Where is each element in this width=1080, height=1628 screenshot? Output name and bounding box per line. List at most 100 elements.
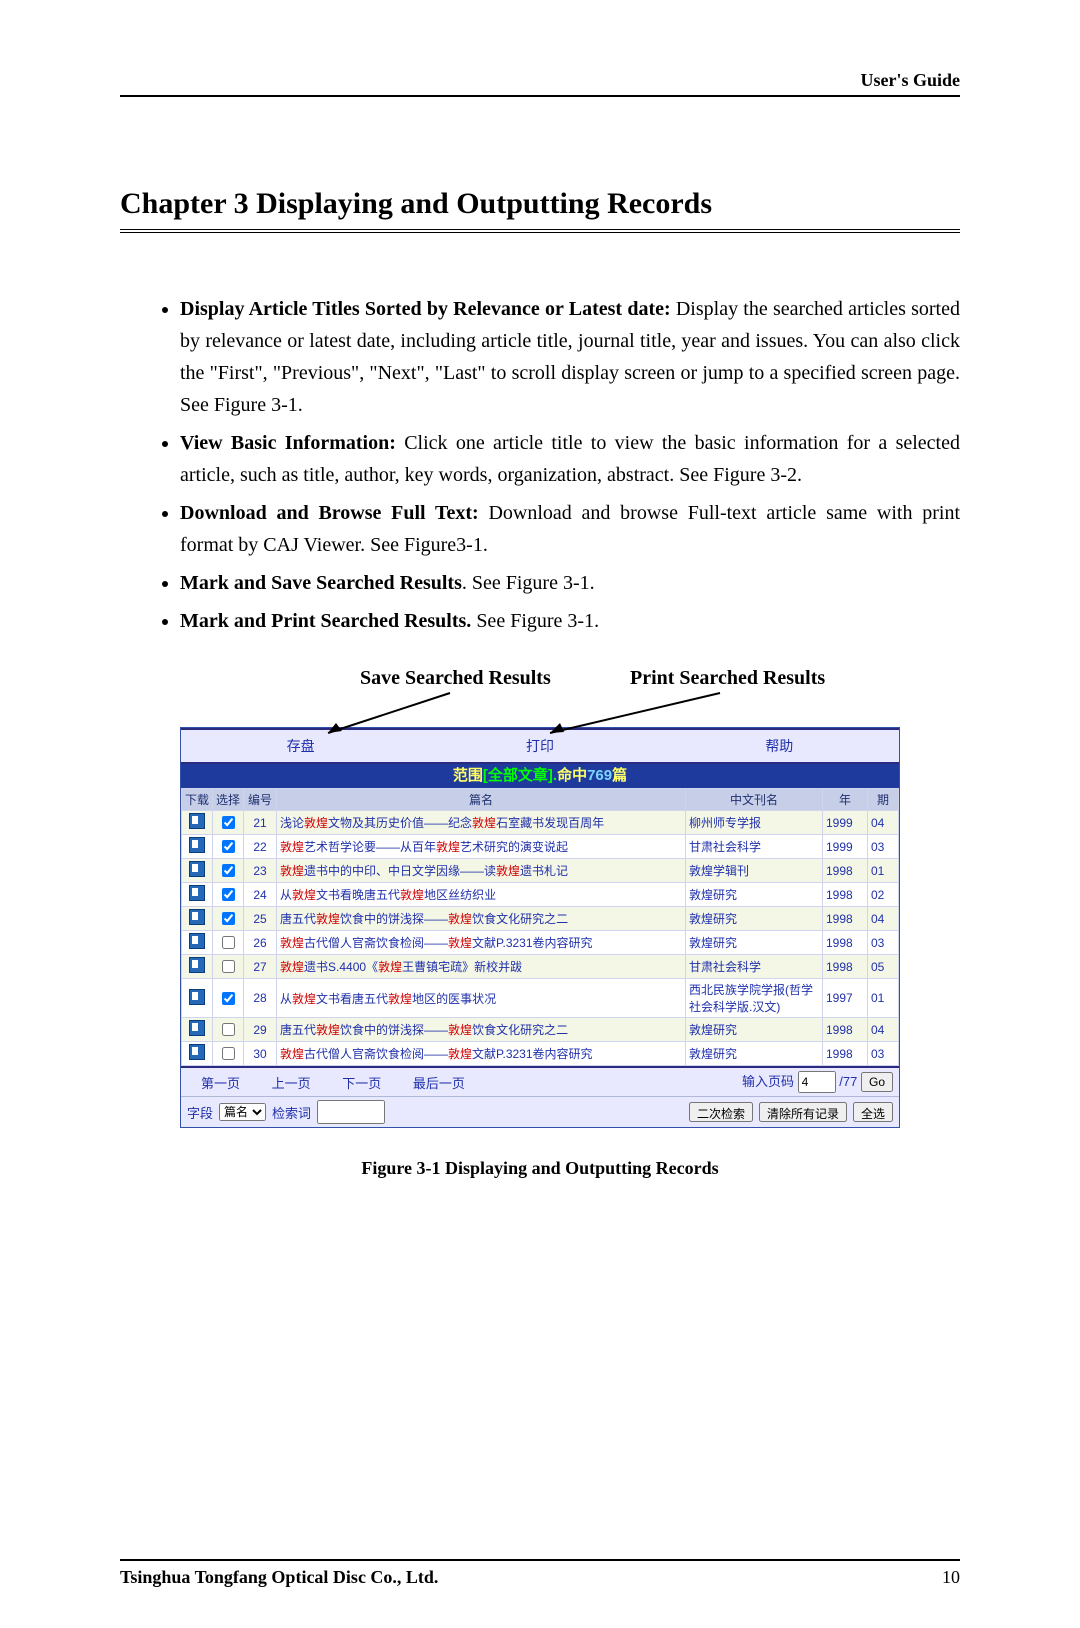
pager-total: /77 xyxy=(839,1074,857,1089)
bullet-item: Mark and Save Searched Results. See Figu… xyxy=(180,567,960,599)
download-icon[interactable] xyxy=(189,957,205,973)
field-label: 字段 xyxy=(187,1103,213,1122)
download-icon[interactable] xyxy=(189,885,205,901)
annotation-labels: Save Searched Results Print Searched Res… xyxy=(120,667,960,727)
issue: 05 xyxy=(868,955,899,979)
journal-name[interactable]: 敦煌研究 xyxy=(686,1042,823,1066)
year: 1999 xyxy=(823,811,868,835)
article-title[interactable]: 唐五代敦煌饮食中的饼浅探——敦煌饮食文化研究之二 xyxy=(277,1018,686,1042)
download-icon[interactable] xyxy=(189,989,205,1005)
select-checkbox[interactable] xyxy=(222,888,235,901)
download-icon[interactable] xyxy=(189,861,205,877)
journal-name[interactable]: 甘肃社会科学 xyxy=(686,835,823,859)
table-row: 24从敦煌文书看晚唐五代敦煌地区丝纺织业敦煌研究199802 xyxy=(182,883,899,907)
select-checkbox[interactable] xyxy=(222,816,235,829)
article-title[interactable]: 敦煌遗书中的中印、中日文学因缘——读敦煌遗书札记 xyxy=(277,859,686,883)
journal-name[interactable]: 柳州师专学报 xyxy=(686,811,823,835)
pager: 第一页 上一页 下一页 最后一页 输入页码 /77 Go xyxy=(181,1066,899,1096)
table-row: 25唐五代敦煌饮食中的饼浅探——敦煌饮食文化研究之二敦煌研究199804 xyxy=(182,907,899,931)
select-checkbox[interactable] xyxy=(222,936,235,949)
issue: 03 xyxy=(868,835,899,859)
year: 1998 xyxy=(823,1018,868,1042)
row-number: 25 xyxy=(244,907,277,931)
table-row: 29唐五代敦煌饮食中的饼浅探——敦煌饮食文化研究之二敦煌研究199804 xyxy=(182,1018,899,1042)
download-icon[interactable] xyxy=(189,1044,205,1060)
download-icon[interactable] xyxy=(189,1020,205,1036)
pager-input-label: 输入页码 xyxy=(742,1074,794,1089)
annot-arrows xyxy=(180,685,900,740)
issue: 01 xyxy=(868,859,899,883)
table-row: 23敦煌遗书中的中印、中日文学因缘——读敦煌遗书札记敦煌学辑刊199801 xyxy=(182,859,899,883)
col-select: 选择 xyxy=(213,789,244,811)
journal-name[interactable]: 敦煌学辑刊 xyxy=(686,859,823,883)
article-title[interactable]: 敦煌艺术哲学论要——从百年敦煌艺术研究的演变说起 xyxy=(277,835,686,859)
select-checkbox[interactable] xyxy=(222,912,235,925)
year: 1998 xyxy=(823,859,868,883)
col-download: 下载 xyxy=(182,789,213,811)
article-title[interactable]: 敦煌古代僧人官斋饮食检阅——敦煌文献P.3231卷内容研究 xyxy=(277,931,686,955)
term-label: 检索词 xyxy=(272,1103,311,1122)
chapter-title: Chapter 3 Displaying and Outputting Reco… xyxy=(120,187,960,233)
bullet-list: Display Article Titles Sorted by Relevan… xyxy=(180,293,960,637)
row-number: 23 xyxy=(244,859,277,883)
year: 1997 xyxy=(823,979,868,1018)
issue: 04 xyxy=(868,1018,899,1042)
pager-prev[interactable]: 上一页 xyxy=(272,1076,311,1091)
select-checkbox[interactable] xyxy=(222,864,235,877)
figure-caption: Figure 3-1 Displaying and Outputting Rec… xyxy=(120,1158,960,1179)
screenshot-figure: 存盘 打印 帮助 范围[全部文章].命中769篇 下载 选择 编号 篇名 中文刊… xyxy=(180,727,900,1128)
issue: 01 xyxy=(868,979,899,1018)
year: 1998 xyxy=(823,931,868,955)
issue: 03 xyxy=(868,931,899,955)
select-checkbox[interactable] xyxy=(222,1047,235,1060)
term-input[interactable] xyxy=(317,1100,385,1124)
article-title[interactable]: 敦煌古代僧人官斋饮食检阅——敦煌文献P.3231卷内容研究 xyxy=(277,1042,686,1066)
select-checkbox[interactable] xyxy=(222,1023,235,1036)
issue: 03 xyxy=(868,1042,899,1066)
journal-name[interactable]: 西北民族学院学报(哲学社会科学版.汉文) xyxy=(686,979,823,1018)
field-select[interactable]: 篇名 xyxy=(219,1103,266,1121)
row-number: 27 xyxy=(244,955,277,979)
clear-all-button[interactable]: 清除所有记录 xyxy=(759,1102,847,1122)
row-number: 24 xyxy=(244,883,277,907)
table-row: 30敦煌古代僧人官斋饮食检阅——敦煌文献P.3231卷内容研究敦煌研究19980… xyxy=(182,1042,899,1066)
year: 1998 xyxy=(823,1042,868,1066)
footer-company: Tsinghua Tongfang Optical Disc Co., Ltd. xyxy=(120,1567,438,1588)
article-title[interactable]: 唐五代敦煌饮食中的饼浅探——敦煌饮食文化研究之二 xyxy=(277,907,686,931)
footer-page-number: 10 xyxy=(942,1567,960,1588)
download-icon[interactable] xyxy=(189,813,205,829)
download-icon[interactable] xyxy=(189,933,205,949)
scope-line: 范围[全部文章].命中769篇 xyxy=(181,764,899,788)
row-number: 30 xyxy=(244,1042,277,1066)
pager-last[interactable]: 最后一页 xyxy=(413,1076,465,1091)
pager-next[interactable]: 下一页 xyxy=(342,1076,381,1091)
pager-first[interactable]: 第一页 xyxy=(201,1076,240,1091)
journal-name[interactable]: 敦煌研究 xyxy=(686,931,823,955)
article-title[interactable]: 从敦煌文书看晚唐五代敦煌地区丝纺织业 xyxy=(277,883,686,907)
journal-name[interactable]: 敦煌研究 xyxy=(686,907,823,931)
row-number: 22 xyxy=(244,835,277,859)
article-title[interactable]: 从敦煌文书看唐五代敦煌地区的医事状况 xyxy=(277,979,686,1018)
journal-name[interactable]: 甘肃社会科学 xyxy=(686,955,823,979)
footer: Tsinghua Tongfang Optical Disc Co., Ltd.… xyxy=(120,1559,960,1588)
page-number-input[interactable] xyxy=(798,1071,836,1093)
download-icon[interactable] xyxy=(189,909,205,925)
select-checkbox[interactable] xyxy=(222,960,235,973)
col-title: 篇名 xyxy=(277,789,686,811)
issue: 04 xyxy=(868,811,899,835)
select-checkbox[interactable] xyxy=(222,840,235,853)
select-all-button[interactable]: 全选 xyxy=(853,1102,893,1122)
row-number: 28 xyxy=(244,979,277,1018)
select-checkbox[interactable] xyxy=(222,992,235,1005)
download-icon[interactable] xyxy=(189,837,205,853)
table-row: 21浅论敦煌文物及其历史价值——纪念敦煌石室藏书发现百周年柳州师专学报19990… xyxy=(182,811,899,835)
journal-name[interactable]: 敦煌研究 xyxy=(686,883,823,907)
journal-name[interactable]: 敦煌研究 xyxy=(686,1018,823,1042)
article-title[interactable]: 浅论敦煌文物及其历史价值——纪念敦煌石室藏书发现百周年 xyxy=(277,811,686,835)
secondary-search-button[interactable]: 二次检索 xyxy=(689,1102,753,1122)
year: 1998 xyxy=(823,955,868,979)
go-button[interactable]: Go xyxy=(861,1072,893,1092)
table-row: 26敦煌古代僧人官斋饮食检阅——敦煌文献P.3231卷内容研究敦煌研究19980… xyxy=(182,931,899,955)
article-title[interactable]: 敦煌遗书S.4400《敦煌王曹镇宅疏》新校并跋 xyxy=(277,955,686,979)
col-journal: 中文刊名 xyxy=(686,789,823,811)
